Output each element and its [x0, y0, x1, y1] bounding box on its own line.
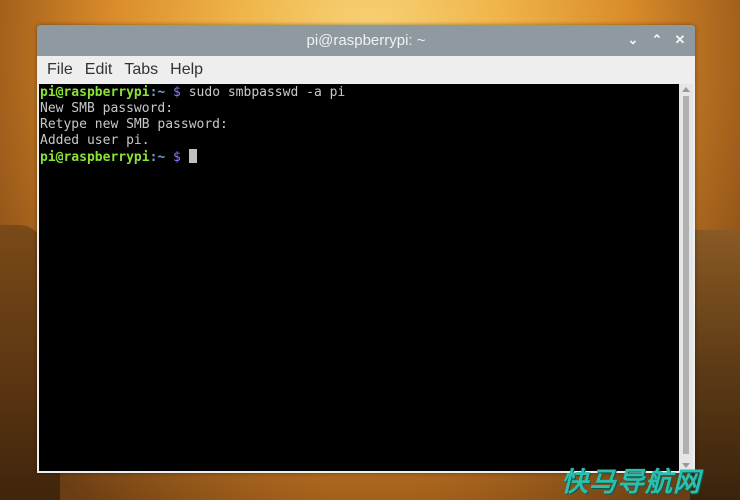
- chevron-up-icon: ⌃: [651, 32, 663, 47]
- prompt-sign: $: [165, 150, 181, 165]
- text-cursor: [188, 149, 197, 163]
- menu-tabs[interactable]: Tabs: [118, 61, 164, 79]
- terminal-area[interactable]: pi@raspberrypi:~ $ sudo smbpasswd -a pi N…: [39, 84, 693, 471]
- terminal-line: pi@raspberrypi:~ $ sudo smbpasswd -a pi: [40, 85, 680, 101]
- watermark-text: 快马导航网: [561, 467, 701, 497]
- terminal-line: New SMB password:: [40, 101, 174, 116]
- close-icon: ✕: [674, 32, 686, 47]
- close-button[interactable]: ✕: [671, 31, 689, 49]
- terminal-line: pi@raspberrypi:~ $: [40, 149, 680, 166]
- prompt-user: pi@raspberrypi: [40, 85, 150, 100]
- prompt-sign: $: [165, 85, 181, 100]
- menu-help[interactable]: Help: [164, 61, 209, 79]
- prompt-path: :~: [149, 85, 166, 100]
- vertical-scrollbar[interactable]: [679, 84, 693, 471]
- terminal-line: Added user pi.: [40, 133, 150, 148]
- menu-file[interactable]: File: [41, 61, 79, 79]
- chevron-down-icon: ⌄: [627, 32, 639, 47]
- scroll-up-arrow-icon[interactable]: [682, 87, 690, 92]
- title-bar[interactable]: pi@raspberrypi: ~ ⌄ ⌃ ✕: [37, 25, 695, 56]
- menu-bar: File Edit Tabs Help: [37, 56, 695, 83]
- terminal-window: pi@raspberrypi: ~ ⌄ ⌃ ✕ File Edit Tabs H…: [37, 25, 695, 473]
- terminal-line: Retype new SMB password:: [40, 117, 228, 132]
- terminal-output[interactable]: pi@raspberrypi:~ $ sudo smbpasswd -a pi N…: [39, 84, 680, 472]
- window-title: pi@raspberrypi: ~: [306, 32, 426, 49]
- command-text: sudo smbpasswd -a pi: [180, 85, 346, 100]
- prompt-path: :~: [149, 150, 166, 165]
- menu-edit[interactable]: Edit: [79, 61, 119, 79]
- prompt-user: pi@raspberrypi: [40, 150, 150, 165]
- maximize-button[interactable]: ⌃: [648, 31, 666, 49]
- scrollbar-thumb[interactable]: [683, 96, 689, 454]
- minimize-button[interactable]: ⌄: [624, 31, 642, 49]
- command-text: [181, 150, 189, 165]
